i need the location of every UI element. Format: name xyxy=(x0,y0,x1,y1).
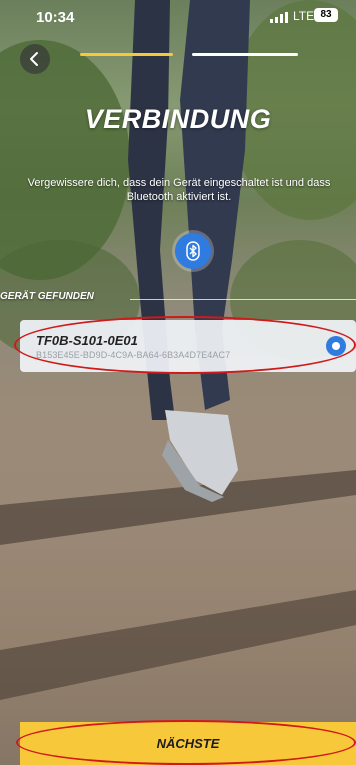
status-time: 10:34 xyxy=(36,9,75,26)
back-arrow-icon xyxy=(30,52,38,66)
page-title: VERBINDUNG xyxy=(84,104,272,134)
device-uuid: B153E45E-BD9D-4C9A-BA64-6B3A4D7E4AC7 xyxy=(36,350,231,360)
devices-found-label: GERÄT GEFUNDEN xyxy=(0,291,94,302)
next-button[interactable]: NÄCHSTE xyxy=(20,722,356,765)
battery-indicator: 83 xyxy=(314,8,338,22)
radio-selected-icon[interactable] xyxy=(326,336,346,356)
progress-step-1 xyxy=(80,53,173,56)
back-button[interactable] xyxy=(20,44,50,74)
bluetooth-icon xyxy=(186,241,200,261)
progress-step-2 xyxy=(192,53,298,56)
device-list-item[interactable]: TF0B-S101-0E01 B153E45E-BD9D-4C9A-BA64-6… xyxy=(20,320,356,372)
device-name: TF0B-S101-0E01 xyxy=(36,333,138,348)
connection-screen: 10:34 LTE 83 VERBINDUNG Vergewissere dic… xyxy=(0,0,356,765)
network-type: LTE xyxy=(293,9,315,23)
status-bar: 10:34 LTE 83 xyxy=(0,0,356,34)
instruction-text: Vergewissere dich, dass dein Gerät einge… xyxy=(27,177,331,203)
bluetooth-status xyxy=(175,233,211,269)
section-divider xyxy=(130,299,356,300)
signal-icon xyxy=(270,12,288,23)
